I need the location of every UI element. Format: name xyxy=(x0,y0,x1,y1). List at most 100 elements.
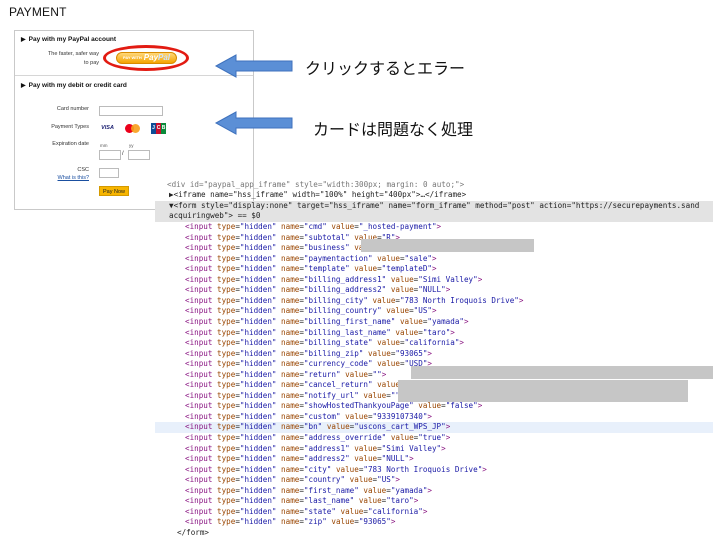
code-line-input[interactable]: <input type="hidden" name="bn" value="us… xyxy=(155,422,713,433)
pay-now-button[interactable]: Pay Now xyxy=(99,186,129,196)
attr-name: name xyxy=(281,232,300,242)
input-value: sale xyxy=(409,253,428,263)
mastercard-icon xyxy=(124,123,141,134)
annotation-card-works: カードは問題なく処理 xyxy=(313,120,474,139)
attr-name: name xyxy=(281,359,300,369)
expiration-year-input[interactable] xyxy=(128,150,150,160)
paypal-section-heading[interactable]: ▶ Pay with my PayPal account xyxy=(21,36,116,43)
tag-open: <input xyxy=(185,433,218,442)
csc-input[interactable] xyxy=(99,168,119,178)
code-line-input[interactable]: <input type="hidden" name="billing_zip" … xyxy=(155,349,713,360)
tag-open: <input xyxy=(185,454,218,464)
tag-close: > xyxy=(477,274,483,284)
code-line-input[interactable]: <input type="hidden" name="billing_count… xyxy=(155,306,713,317)
input-name: zip xyxy=(308,517,323,527)
code-line-input[interactable]: <input type="hidden" name="custom" value… xyxy=(155,412,713,423)
code-line-input[interactable]: <input type="hidden" name="cmd" value="_… xyxy=(155,222,713,233)
input-name: address2 xyxy=(308,454,346,464)
code-line-form-open[interactable]: ▼<form style="display:none" target="hss_… xyxy=(155,201,713,212)
attr-name: type xyxy=(217,506,236,516)
input-value: 783 North Iroquois Drive xyxy=(367,464,478,474)
attr-value: "hidden" xyxy=(239,285,277,295)
code-line-input[interactable]: <input type="hidden" name="billing_city"… xyxy=(155,296,713,307)
tag-open: <input xyxy=(185,485,218,495)
input-value: california xyxy=(372,506,419,516)
card-section-heading[interactable]: ▶ Pay with my debit or credit card xyxy=(21,82,127,89)
paypal-button[interactable]: PAY WITH PayPal xyxy=(116,52,177,64)
code-line-input[interactable]: <input type="hidden" name="address1" val… xyxy=(155,444,713,455)
attr-name: type xyxy=(217,253,236,263)
attr-name: name xyxy=(281,464,300,474)
input-name: billing_first_name xyxy=(308,316,391,326)
attr-name: value xyxy=(358,496,382,506)
input-value: templateD xyxy=(386,264,428,274)
code-line-input[interactable]: <input type="hidden" name="address2" val… xyxy=(155,454,713,465)
code-line-input[interactable]: <input type="hidden" name="city" value="… xyxy=(155,465,713,476)
attr-value: "hidden" xyxy=(239,485,277,495)
tag-close: > xyxy=(450,327,455,337)
attr-name: name xyxy=(281,475,300,485)
attr-value: "hidden" xyxy=(239,306,277,316)
code-line-input[interactable]: <input type="hidden" name="showHostedTha… xyxy=(155,401,713,412)
attr-name: type xyxy=(217,401,236,411)
attr-name: value xyxy=(354,264,378,274)
attr-name: name xyxy=(281,243,300,253)
code-line-input[interactable]: <input type="hidden" name="billing_state… xyxy=(155,338,713,349)
caret-right-icon: ▶ xyxy=(21,37,26,43)
expiration-month-input[interactable] xyxy=(99,150,121,160)
code-line-input[interactable]: <input type="hidden" name="address_overr… xyxy=(155,433,713,444)
attr-name: value xyxy=(390,285,414,295)
attr-name: value xyxy=(345,411,368,421)
page-title: PAYMENT xyxy=(9,5,67,19)
whats-this-link[interactable]: What is this? xyxy=(35,175,89,181)
attr-name: name xyxy=(281,401,300,411)
code-line-form-close[interactable]: </form> xyxy=(177,528,713,539)
attr-name: value xyxy=(335,464,359,474)
input-name: address1 xyxy=(308,443,346,453)
tag-close: > xyxy=(445,433,451,442)
code-line-input[interactable]: <input type="hidden" name="billing_addre… xyxy=(155,285,713,296)
code-line-input[interactable]: <input type="hidden" name="last_name" va… xyxy=(155,496,713,507)
tag-open: <input xyxy=(185,422,218,432)
tag-open: <input xyxy=(185,295,218,305)
attr-name: type xyxy=(217,232,236,242)
code-line-input[interactable]: <input type="hidden" name="paymentaction… xyxy=(155,254,713,265)
code-line-input[interactable]: <input type="hidden" name="billing_addre… xyxy=(155,275,713,286)
attr-name: name xyxy=(281,274,300,284)
attr-name: name xyxy=(281,285,300,295)
tag-close: > xyxy=(518,295,524,305)
date-separator: / xyxy=(122,151,124,157)
code-line-form-open-cont[interactable]: acquiringweb"> == $0 xyxy=(155,211,713,222)
paypal-tagline-line-2: to pay xyxy=(84,60,99,66)
attr-name: type xyxy=(217,390,236,400)
code-line-input[interactable]: <input type="hidden" name="billing_first… xyxy=(155,317,713,328)
attr-value: "hidden" xyxy=(239,232,277,242)
tag-open: <input xyxy=(185,464,218,474)
card-number-input[interactable] xyxy=(99,106,163,116)
attr-name: name xyxy=(281,496,300,506)
attr-value: "hidden" xyxy=(239,475,277,485)
code-line-input[interactable]: <input type="hidden" name="first_name" v… xyxy=(155,486,713,497)
code-line-input[interactable]: <input type="hidden" name="state" value=… xyxy=(155,507,713,518)
tag-close: > xyxy=(431,264,437,274)
attr-name: type xyxy=(217,285,236,295)
input-name: currency_code xyxy=(308,359,368,369)
code-line-input[interactable]: <input type="hidden" name="template" val… xyxy=(155,264,713,275)
attr-name: name xyxy=(281,411,300,421)
input-name: billing_zip xyxy=(308,348,359,358)
attr-name: name xyxy=(281,454,300,464)
input-name: billing_city xyxy=(308,295,364,305)
code-line-input[interactable]: <input type="hidden" name="billing_last_… xyxy=(155,328,713,339)
code-line-iframe[interactable]: ▶<iframe name="hss_iframe" width="100%" … xyxy=(169,190,713,201)
attr-name: value xyxy=(326,422,350,432)
attr-name: name xyxy=(281,380,300,390)
code-line-input[interactable]: <input type="hidden" name="zip" value="9… xyxy=(155,517,713,528)
tag-open: <input xyxy=(185,222,218,231)
tag-open: <input xyxy=(185,243,218,253)
paypal-heading-text: Pay with my PayPal account xyxy=(28,36,117,43)
code-line-input[interactable]: <input type="hidden" name="country" valu… xyxy=(155,475,713,486)
input-name: last_name xyxy=(308,496,350,506)
tag-open: <input xyxy=(185,316,218,326)
tag-open: <input xyxy=(185,506,218,516)
attr-name: name xyxy=(281,506,300,516)
